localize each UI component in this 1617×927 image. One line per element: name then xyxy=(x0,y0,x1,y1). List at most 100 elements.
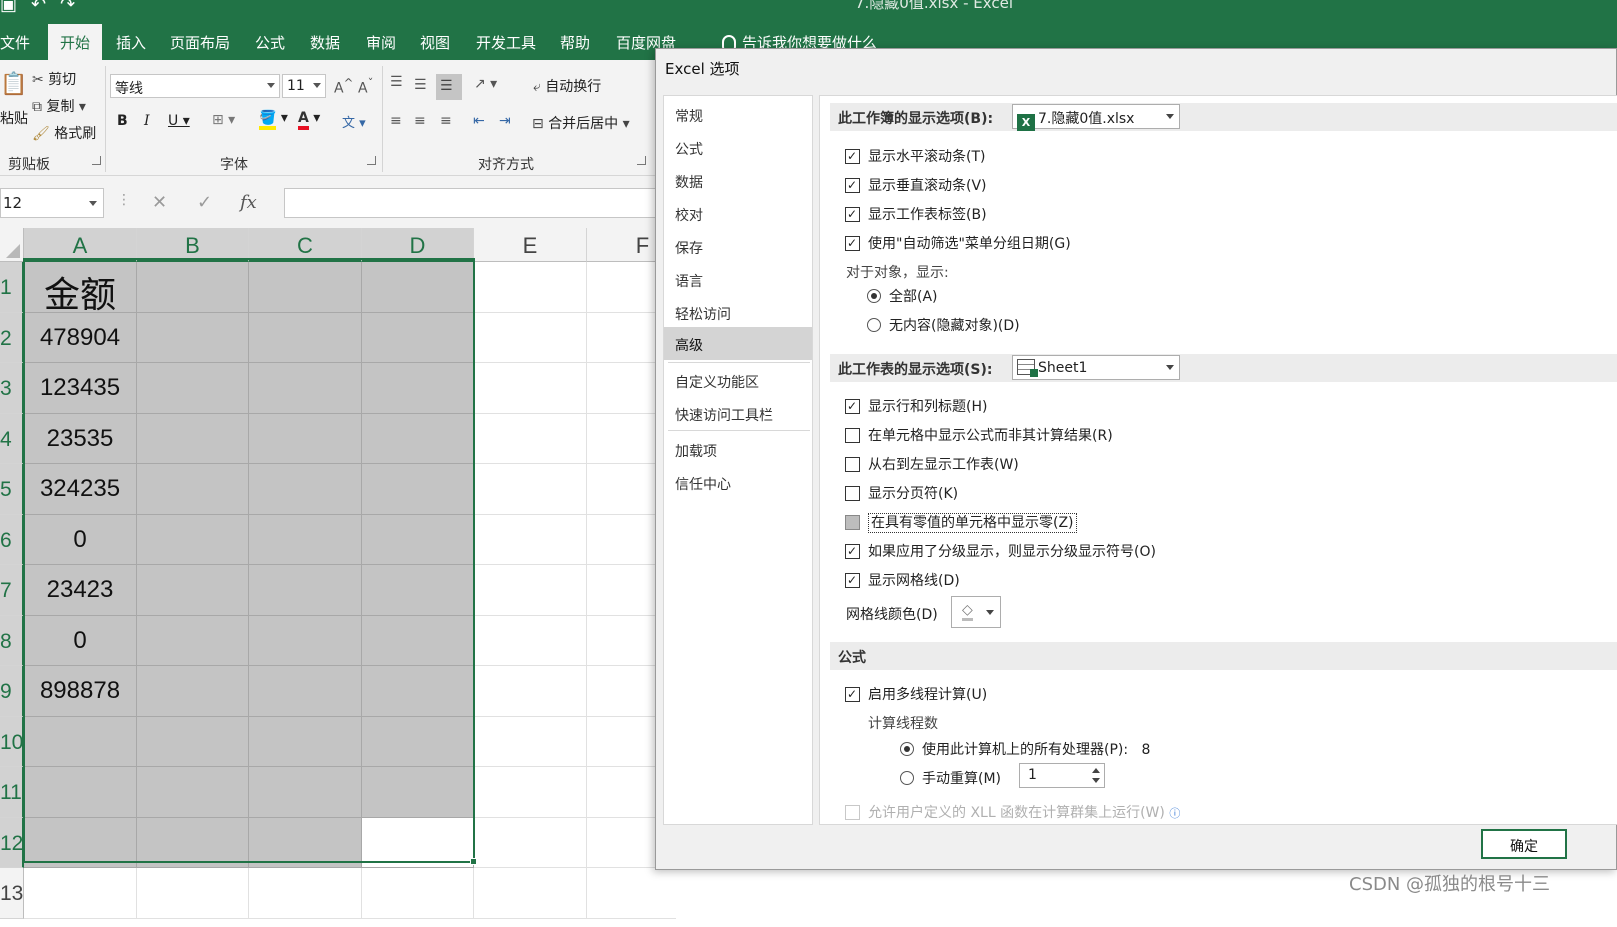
option-right-to-left[interactable]: 从右到左显示工作表(W) xyxy=(845,454,1019,474)
nav-item-quick-access-toolbar[interactable]: 快速访问工具栏 xyxy=(664,397,812,430)
radio-objects-none[interactable]: 无内容(隐藏对象)(D) xyxy=(867,315,1020,335)
cell-e5[interactable] xyxy=(474,464,587,515)
nav-item-customize-ribbon[interactable]: 自定义功能区 xyxy=(664,364,812,397)
nav-item-add-ins[interactable]: 加载项 xyxy=(664,433,812,466)
tab-help[interactable]: 帮助 xyxy=(560,32,590,53)
cell-b3[interactable] xyxy=(137,363,249,414)
cell-b9[interactable] xyxy=(137,666,249,717)
format-painter-button[interactable]: 🖌 格式刷 xyxy=(32,123,96,143)
row-header[interactable]: 13 xyxy=(0,868,24,919)
tab-insert[interactable]: 插入 xyxy=(116,32,146,53)
column-header-d[interactable]: D xyxy=(362,228,474,262)
option-horizontal-scrollbar[interactable]: 显示水平滚动条(T) xyxy=(845,146,985,166)
nav-item-advanced[interactable]: 高级 xyxy=(664,327,812,360)
row-header[interactable]: 7 xyxy=(0,565,24,616)
radio-use-all-processors[interactable]: 使用此计算机上的所有处理器(P): 8 xyxy=(900,739,1150,759)
nav-item-accessibility[interactable]: 轻松访问 xyxy=(664,296,812,329)
radio-button[interactable] xyxy=(900,771,914,785)
tab-formulas[interactable]: 公式 xyxy=(255,32,285,53)
ok-button[interactable]: 确定 xyxy=(1481,829,1567,859)
cell-e10[interactable] xyxy=(474,717,587,767)
cell-b8[interactable] xyxy=(137,616,249,666)
bold-button[interactable]: B xyxy=(117,113,128,129)
alignment-launcher-icon[interactable] xyxy=(637,156,646,165)
nav-item-formulas[interactable]: 公式 xyxy=(664,131,812,164)
cell-a2[interactable]: 478904 xyxy=(24,313,137,363)
font-name-combo[interactable]: 等线 xyxy=(110,74,280,98)
drag-handle-icon[interactable]: ⋮ xyxy=(117,192,131,208)
cell-c9[interactable] xyxy=(249,666,362,717)
cell-d6[interactable] xyxy=(362,515,474,565)
formula-input[interactable] xyxy=(284,188,684,218)
sheet-select[interactable]: Sheet1 xyxy=(1012,355,1180,380)
radio-button[interactable] xyxy=(867,318,881,332)
cell-e11[interactable] xyxy=(474,767,587,818)
font-size-combo[interactable]: 11 xyxy=(282,74,326,98)
name-box[interactable]: 12 xyxy=(0,188,104,218)
select-all-button[interactable] xyxy=(0,228,24,262)
underline-button[interactable]: U ▾ xyxy=(168,113,190,129)
align-left-icon[interactable]: ≡ xyxy=(390,113,402,129)
cell-e4[interactable] xyxy=(474,414,587,464)
cell-c6[interactable] xyxy=(249,515,362,565)
cell-d8[interactable] xyxy=(362,616,474,666)
option-vertical-scrollbar[interactable]: 显示垂直滚动条(V) xyxy=(845,175,987,195)
tab-file[interactable]: 文件 xyxy=(0,32,30,53)
tab-review[interactable]: 审阅 xyxy=(366,32,396,53)
cell-e7[interactable] xyxy=(474,565,587,616)
cell-e8[interactable] xyxy=(474,616,587,666)
cell-a8[interactable]: 0 xyxy=(24,616,137,666)
wrap-text-button[interactable]: ⤶ 自动换行 xyxy=(533,76,601,96)
cell-a11[interactable] xyxy=(24,767,137,818)
cell-d2[interactable] xyxy=(362,313,474,363)
nav-item-general[interactable]: 常规 xyxy=(664,98,812,131)
cell-c4[interactable] xyxy=(249,414,362,464)
row-header[interactable]: 3 xyxy=(0,363,24,414)
option-page-breaks[interactable]: 显示分页符(K) xyxy=(845,483,958,503)
cell-b12[interactable] xyxy=(137,818,249,868)
checkbox[interactable] xyxy=(845,486,860,501)
radio-button[interactable] xyxy=(867,289,881,303)
radio-button[interactable] xyxy=(900,742,914,756)
row-header[interactable]: 1 xyxy=(0,262,24,313)
cell-d11[interactable] xyxy=(362,767,474,818)
cancel-icon[interactable]: ✕ xyxy=(152,192,167,213)
cell-c2[interactable] xyxy=(249,313,362,363)
italic-button[interactable]: I xyxy=(144,113,150,129)
fill-color-button[interactable]: 🪣 ▾ xyxy=(259,110,288,130)
row-header[interactable]: 12 xyxy=(0,818,24,868)
cell-c12[interactable] xyxy=(249,818,362,868)
cell-b6[interactable] xyxy=(137,515,249,565)
option-outline-symbols[interactable]: 如果应用了分级显示，则显示分级显示符号(O) xyxy=(845,541,1156,561)
nav-item-proofing[interactable]: 校对 xyxy=(664,197,812,230)
cell-c7[interactable] xyxy=(249,565,362,616)
nav-item-save[interactable]: 保存 xyxy=(664,230,812,263)
cell-a5[interactable]: 324235 xyxy=(24,464,137,515)
font-color-button[interactable]: A ▾ xyxy=(298,110,320,130)
align-top-icon[interactable]: ☰ xyxy=(390,74,403,90)
copy-button[interactable]: ⧉ 复制 ▾ xyxy=(32,96,86,116)
cell-d1[interactable] xyxy=(362,262,474,313)
increase-indent-icon[interactable]: ⇥ xyxy=(499,113,511,129)
column-header-b[interactable]: B xyxy=(137,228,249,262)
decrease-font-icon[interactable]: Aˇ xyxy=(358,76,373,97)
row-header[interactable]: 9 xyxy=(0,666,24,717)
enter-icon[interactable]: ✓ xyxy=(197,192,212,213)
row-header[interactable]: 10 xyxy=(0,717,24,767)
checkbox[interactable] xyxy=(845,428,860,443)
clipboard-launcher-icon[interactable] xyxy=(92,156,101,165)
fill-handle[interactable] xyxy=(470,858,477,865)
cell-e9[interactable] xyxy=(474,666,587,717)
option-show-zero-values[interactable]: 在具有零值的单元格中显示零(Z) xyxy=(845,512,1077,533)
cell-b13[interactable] xyxy=(137,868,249,919)
info-icon[interactable]: ⓘ xyxy=(1169,807,1180,820)
manual-threads-spinner[interactable]: 1 xyxy=(1019,763,1105,788)
checkbox[interactable] xyxy=(845,399,860,414)
font-launcher-icon[interactable] xyxy=(367,156,376,165)
row-header[interactable]: 6 xyxy=(0,515,24,565)
cell-c13[interactable] xyxy=(249,868,362,919)
cell-b7[interactable] xyxy=(137,565,249,616)
row-header[interactable]: 11 xyxy=(0,767,24,818)
tab-data[interactable]: 数据 xyxy=(310,32,340,53)
align-middle-icon[interactable]: ☰ xyxy=(414,77,427,93)
